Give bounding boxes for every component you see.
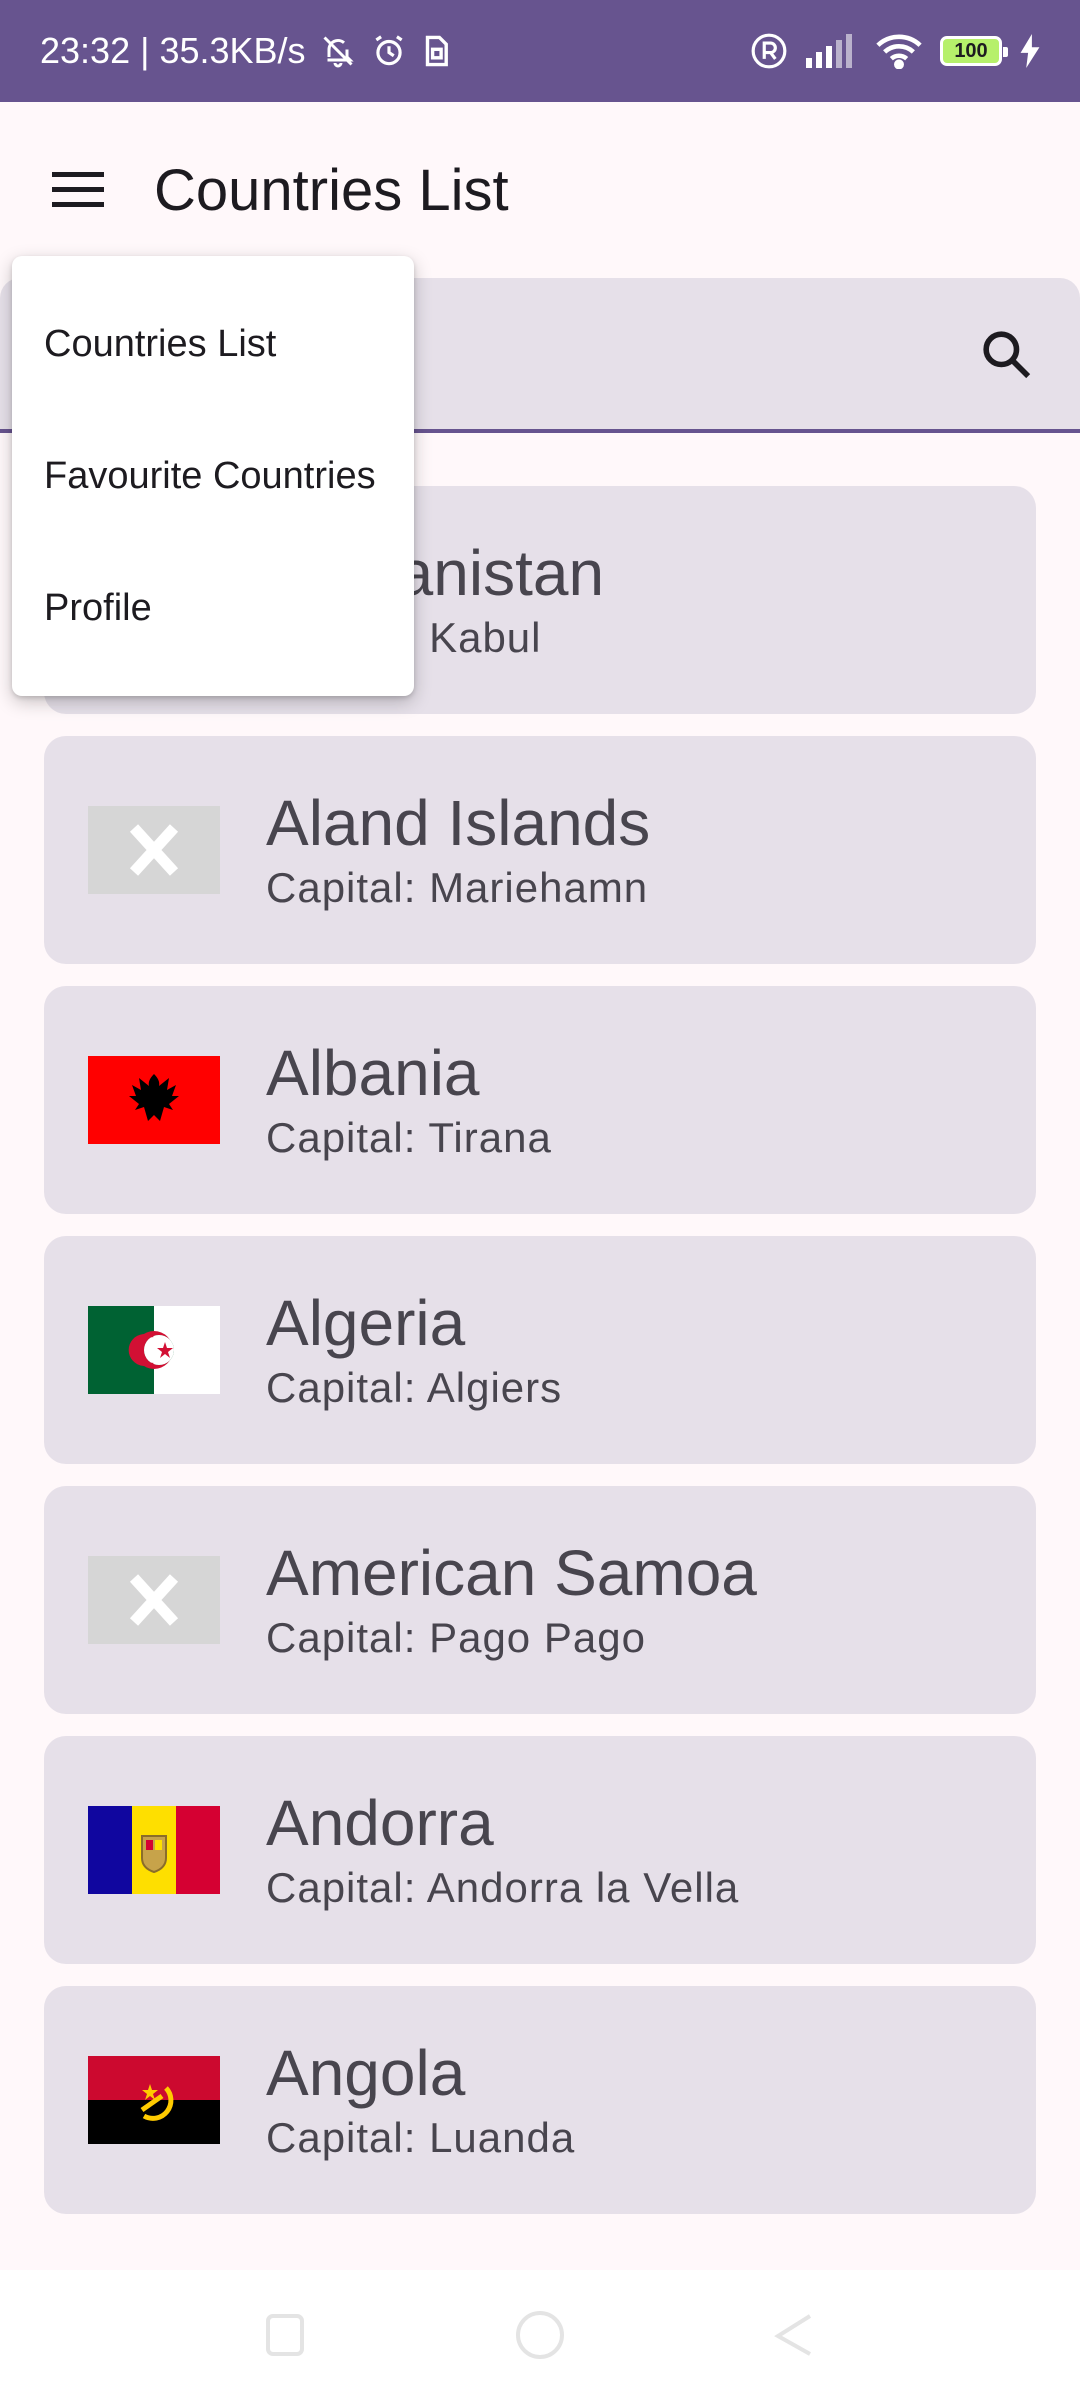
andorra-flag-icon	[88, 1806, 220, 1894]
menu-button[interactable]	[28, 140, 128, 240]
country-capital: Capital: Luanda	[266, 2114, 576, 2161]
country-name: Aland Islands	[266, 787, 651, 859]
back-icon[interactable]	[760, 2300, 830, 2370]
country-capital: Capital: Andorra la Vella	[266, 1864, 740, 1911]
menu-item-countries-list[interactable]: Countries List	[12, 278, 414, 410]
country-name: Angola	[266, 2037, 466, 2109]
recent-apps-icon[interactable]	[250, 2300, 320, 2370]
country-capital: Capital: Pago Pago	[266, 1614, 646, 1661]
country-list: Afghanistan Capital: Kabul Aland Islands…	[44, 486, 1036, 2236]
country-card-algeria[interactable]: Algeria Capital: Algiers	[44, 1236, 1036, 1464]
missing-image-icon	[88, 806, 220, 894]
country-card-american-samoa[interactable]: American Samoa Capital: Pago Pago	[44, 1486, 1036, 1714]
system-navigation-bar	[0, 2270, 1080, 2400]
country-capital: Capital: Algiers	[266, 1364, 563, 1411]
albania-flag-icon	[88, 1056, 220, 1144]
country-capital: Capital: Mariehamn	[266, 864, 649, 911]
missing-image-icon	[88, 1556, 220, 1644]
menu-item-profile[interactable]: Profile	[12, 542, 414, 674]
search-button[interactable]	[958, 306, 1054, 402]
country-card-albania[interactable]: Albania Capital: Tirana	[44, 986, 1036, 1214]
charging-icon	[1020, 34, 1040, 68]
wifi-icon	[876, 34, 922, 69]
home-icon[interactable]	[505, 2300, 575, 2370]
country-name: Algeria	[266, 1287, 466, 1359]
page-title: Countries List	[154, 157, 509, 223]
signal-icon	[806, 34, 852, 68]
menu-item-favourite-countries[interactable]: Favourite Countries	[12, 410, 414, 542]
country-capital: Capital: Tirana	[266, 1114, 552, 1161]
status-time: 23:32 | 35.3KB/s	[40, 30, 306, 71]
hamburger-menu-icon	[52, 172, 104, 207]
country-card-andorra[interactable]: Andorra Capital: Andorra la Vella	[44, 1736, 1036, 1964]
search-icon	[983, 331, 1031, 379]
country-name: Andorra	[266, 1787, 494, 1859]
algeria-flag-icon	[88, 1306, 220, 1394]
angola-flag-icon	[88, 2056, 220, 2144]
navigation-dropdown-menu: Countries List Favourite Countries Profi…	[12, 256, 414, 696]
country-name: Albania	[266, 1037, 480, 1109]
notifications-off-icon	[322, 36, 354, 68]
sim-card-icon	[425, 35, 448, 67]
app-bar: Countries List	[0, 102, 1080, 278]
country-name: American Samoa	[266, 1537, 757, 1609]
status-bar: 23:32 | 35.3KB/s 100	[0, 0, 1080, 102]
registered-icon	[751, 33, 787, 69]
alarm-icon	[375, 35, 403, 66]
country-card-aland-islands[interactable]: Aland Islands Capital: Mariehamn	[44, 736, 1036, 964]
country-card-angola[interactable]: Angola Capital: Luanda	[44, 1986, 1036, 2214]
battery-icon: 100	[940, 36, 1008, 66]
